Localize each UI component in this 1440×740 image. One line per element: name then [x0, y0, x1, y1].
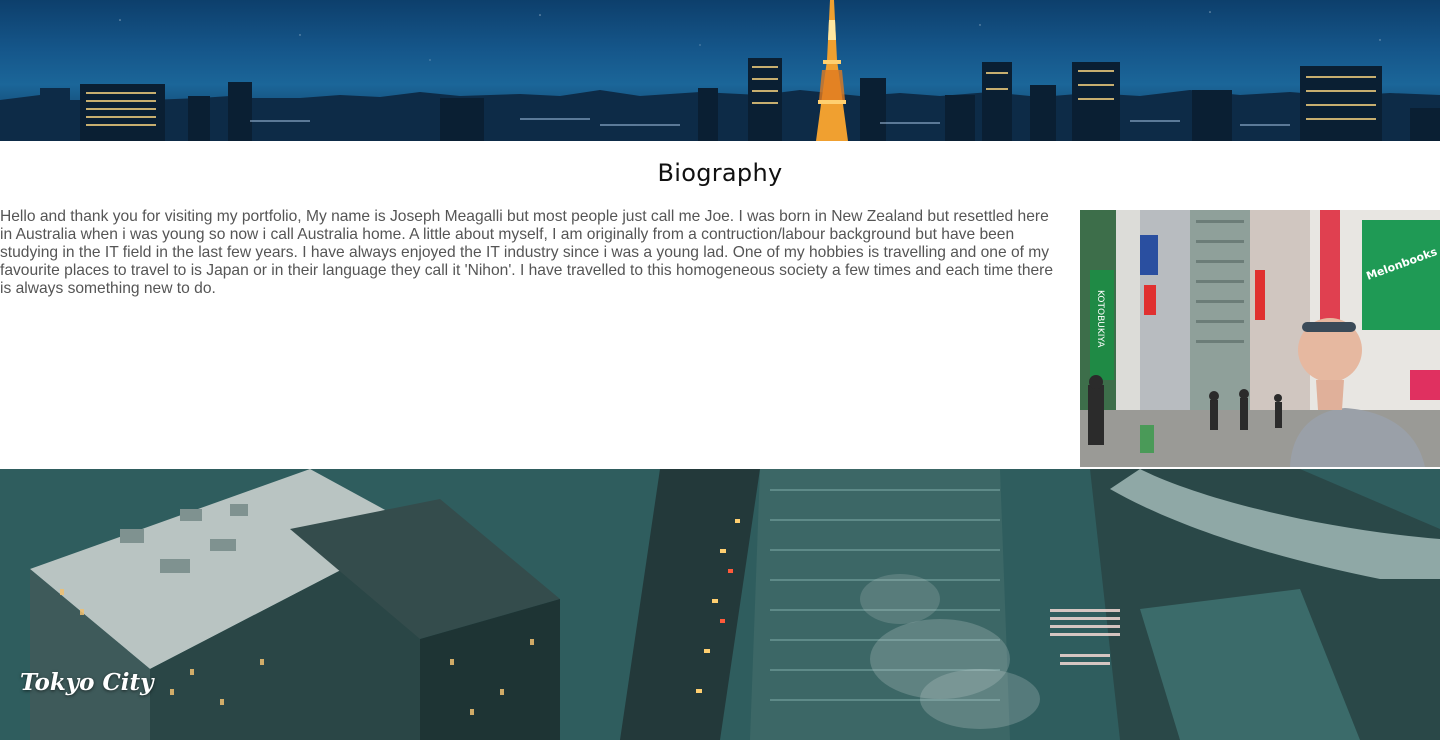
- aerial-city-illustration: [0, 469, 1440, 740]
- sign-kotobukiya: KOTOBUKIYA: [1095, 290, 1105, 348]
- biography-heading: Biography: [657, 159, 783, 187]
- tokyo-city-caption: Tokyo City: [20, 669, 154, 696]
- biography-text: Hello and thank you for visiting my port…: [0, 208, 1054, 297]
- profile-photo: KOTOBUKIYA Melonbooks: [1080, 210, 1440, 467]
- skyline-illustration: [0, 0, 1440, 141]
- header-banner-image: [0, 0, 1440, 141]
- footer-banner-image: Tokyo City: [0, 469, 1440, 740]
